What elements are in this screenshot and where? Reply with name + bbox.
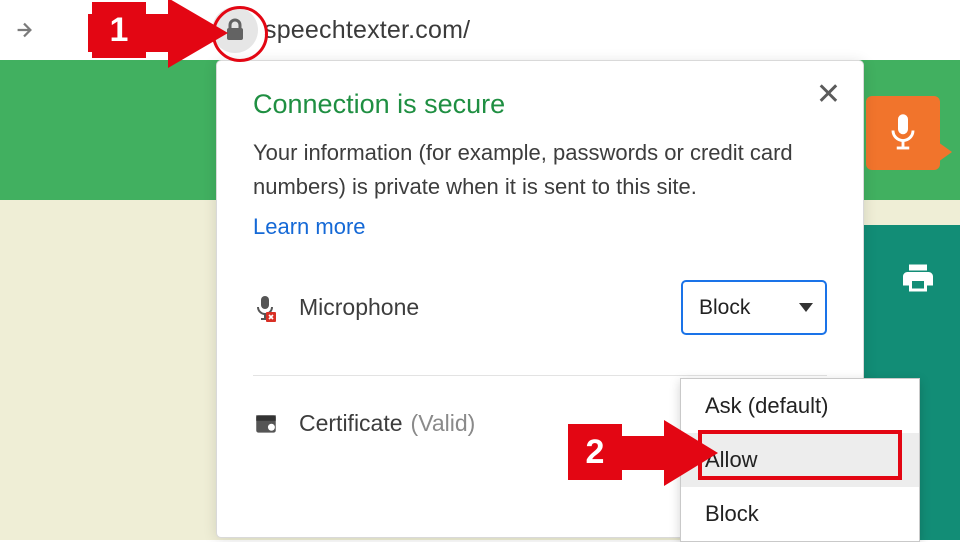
- certificate-label: Certificate: [299, 410, 403, 437]
- lock-icon: [225, 18, 245, 42]
- microphone-permission-row: Microphone Block: [253, 276, 827, 376]
- close-button[interactable]: ✕: [816, 77, 841, 112]
- annotation-step-2: 2: [568, 424, 622, 480]
- option-block[interactable]: Block: [681, 487, 919, 541]
- popup-description: Your information (for example, passwords…: [253, 136, 827, 204]
- microphone-label: Microphone: [299, 294, 681, 321]
- microphone-blocked-icon: [253, 294, 281, 322]
- annotation-step-1: 1: [92, 2, 146, 58]
- arrow-right-icon: [13, 19, 35, 41]
- printer-icon: [900, 260, 936, 296]
- certificate-icon: [253, 411, 281, 437]
- learn-more-link[interactable]: Learn more: [253, 214, 366, 240]
- url-text[interactable]: speechtexter.com/: [264, 16, 470, 45]
- forward-button[interactable]: [10, 16, 38, 44]
- microphone-permission-value: Block: [699, 296, 750, 320]
- app-record-button[interactable]: [866, 96, 940, 170]
- print-button[interactable]: [898, 258, 938, 298]
- microphone-icon: [888, 113, 918, 153]
- caret-down-icon: [799, 303, 813, 312]
- popup-title: Connection is secure: [253, 89, 827, 120]
- certificate-status: (Valid): [411, 410, 476, 437]
- microphone-permission-select[interactable]: Block: [681, 280, 827, 335]
- annotation-arrow-2: [608, 420, 718, 486]
